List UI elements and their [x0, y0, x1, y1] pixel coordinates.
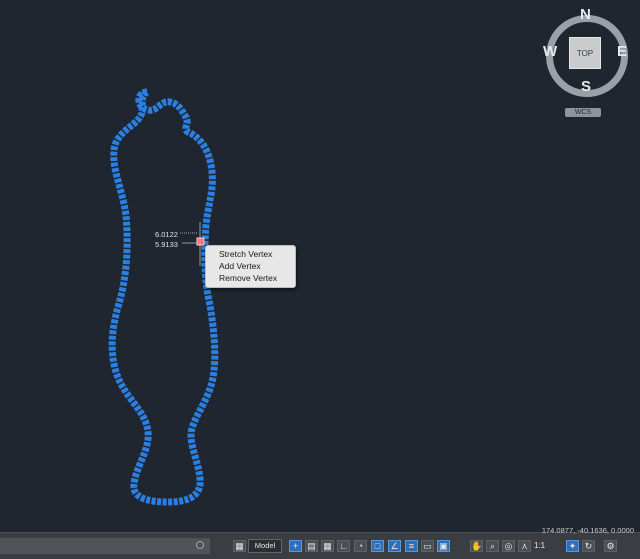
ortho-icon[interactable]: ∟: [337, 540, 350, 552]
grid-icon[interactable]: ▤: [305, 540, 318, 552]
compass-west[interactable]: W: [543, 43, 557, 60]
osnap-icon[interactable]: □: [371, 540, 384, 552]
coordinate-readout: 174.0877, -40.1636, 0.0000: [541, 526, 634, 535]
model-tab[interactable]: Model: [248, 539, 282, 553]
dimension-value-1[interactable]: 6.0122: [155, 230, 178, 239]
selection-cycling-icon[interactable]: ▣: [437, 540, 450, 552]
polyline-outline[interactable]: [108, 88, 219, 506]
compass-east[interactable]: E: [617, 43, 627, 60]
drawing-canvas[interactable]: 6.0122 5.9133 Stretch Vertex Add Vertex …: [0, 0, 640, 532]
annotation-visibility-icon[interactable]: ✦: [566, 540, 579, 552]
compass-north[interactable]: N: [580, 6, 591, 23]
orbit-icon[interactable]: ◎: [502, 540, 515, 552]
viewcube[interactable]: TOP N S W E WCS: [543, 6, 631, 124]
pan-icon[interactable]: ✋: [470, 540, 483, 552]
menu-item-add-vertex[interactable]: Add Vertex: [206, 260, 295, 272]
workspace-icon[interactable]: ⚙: [604, 540, 617, 552]
grid-display-icon[interactable]: ▦: [321, 540, 334, 552]
transparency-icon[interactable]: ▭: [421, 540, 434, 552]
vertex-grip[interactable]: [196, 237, 205, 246]
status-bar: 174.0877, -40.1636, 0.0000 ▦ Model + ▤ ▦…: [0, 526, 640, 559]
layout-grid-icon[interactable]: ▦: [233, 540, 246, 552]
lineweight-icon[interactable]: ≡: [405, 540, 418, 552]
context-menu: Stretch Vertex Add Vertex Remove Vertex: [205, 245, 296, 288]
otrack-icon[interactable]: ∠: [388, 540, 401, 552]
command-line[interactable]: [0, 538, 210, 554]
menu-item-stretch-vertex[interactable]: Stretch Vertex: [206, 248, 295, 260]
dimension-value-2[interactable]: 5.9133: [155, 240, 178, 249]
compass-south[interactable]: S: [581, 78, 591, 95]
snap-icon[interactable]: +: [289, 540, 302, 552]
zoom-icon[interactable]: ⌕: [486, 540, 499, 552]
polar-icon[interactable]: ◔: [354, 540, 367, 552]
command-history-icon[interactable]: [196, 541, 204, 549]
menu-item-remove-vertex[interactable]: Remove Vertex: [206, 272, 295, 284]
ucs-menu[interactable]: WCS: [565, 108, 601, 117]
scale-selector[interactable]: 1:1: [534, 540, 564, 552]
annotation-scale-icon[interactable]: ⋏: [518, 540, 531, 552]
annotation-auto-icon[interactable]: ↻: [582, 540, 595, 552]
viewcube-top-face[interactable]: TOP: [569, 37, 601, 69]
